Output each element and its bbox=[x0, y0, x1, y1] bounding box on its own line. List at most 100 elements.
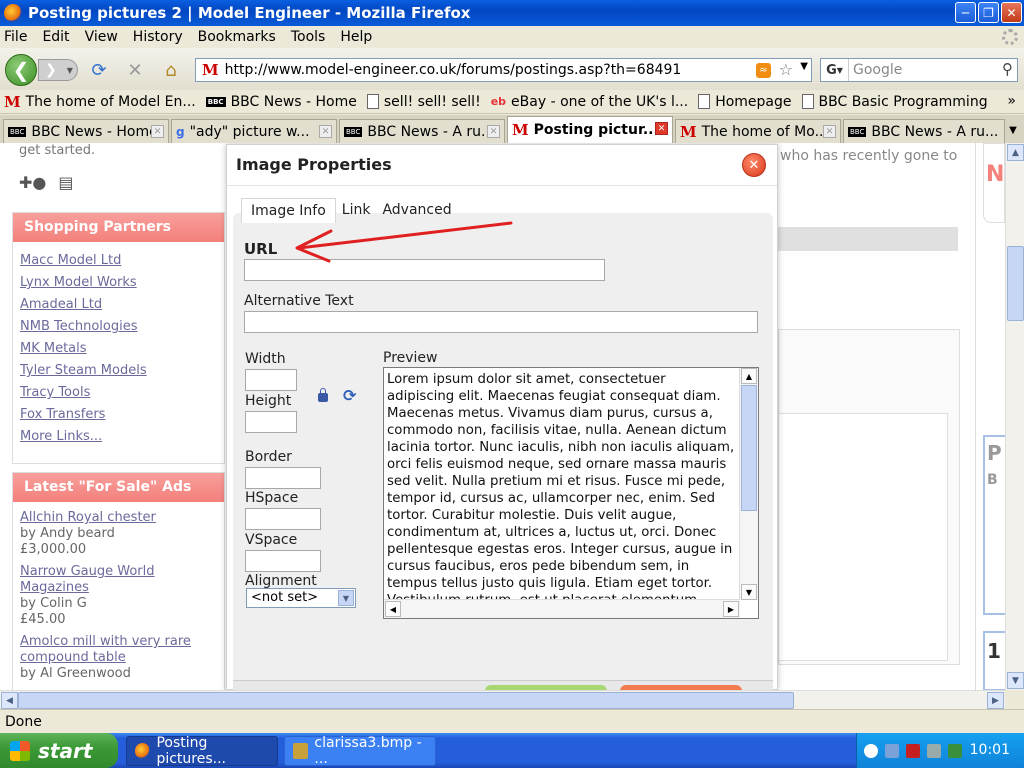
partner-link[interactable]: Fox Transfers bbox=[20, 404, 217, 426]
search-bar[interactable]: G ▼ Google ⚲ bbox=[820, 58, 1018, 82]
window-titlebar: Posting pictures 2 | Model Engineer - Mo… bbox=[0, 0, 1024, 26]
partner-link[interactable]: Amadeal Ltd bbox=[20, 294, 217, 316]
height-input[interactable] bbox=[245, 411, 297, 433]
bookmark-item[interactable]: Homepage bbox=[698, 94, 792, 110]
close-tab-icon[interactable]: ✕ bbox=[319, 125, 332, 138]
back-button[interactable]: ❮ bbox=[5, 54, 37, 86]
scroll-left-icon[interactable]: ◀ bbox=[1, 692, 18, 709]
url-text[interactable]: http://www.model-engineer.co.uk/forums/p… bbox=[225, 62, 682, 78]
network-icon[interactable] bbox=[885, 743, 899, 758]
scroll-left-icon[interactable]: ◀ bbox=[385, 601, 401, 617]
close-tab-icon[interactable]: ✕ bbox=[823, 125, 836, 138]
menu-edit[interactable]: Edit bbox=[42, 29, 69, 45]
page-hscroll-thumb[interactable] bbox=[18, 692, 794, 709]
tab-bbc-news-2[interactable]: BBC BBC News - A ru... ✕ bbox=[339, 119, 505, 143]
scroll-down-icon[interactable]: ▼ bbox=[1007, 672, 1024, 689]
home-icon[interactable]: ⌂ bbox=[160, 59, 182, 81]
bookmark-item[interactable]: M The home of Model En... bbox=[4, 93, 196, 111]
bookmark-item[interactable]: eb eBay - one of the UK's l... bbox=[491, 94, 689, 110]
google-icon: g bbox=[176, 124, 185, 139]
window-title: Posting pictures 2 | Model Engineer - Mo… bbox=[28, 4, 471, 22]
tab-bbc-news-home[interactable]: BBC BBC News - Home ✕ bbox=[3, 119, 169, 143]
bookmark-item[interactable]: BBC BBC News - Home bbox=[205, 94, 357, 110]
taskbar-item-firefox[interactable]: Posting pictures... bbox=[126, 735, 278, 767]
minimize-button[interactable]: ─ bbox=[955, 2, 976, 23]
menu-file[interactable]: File bbox=[4, 29, 27, 45]
more-links[interactable]: More Links... bbox=[20, 426, 217, 448]
restore-button[interactable]: ❐ bbox=[978, 2, 999, 23]
preview-label: Preview bbox=[383, 350, 438, 366]
reset-size-icon[interactable]: ⟳ bbox=[343, 386, 356, 405]
m-icon: M bbox=[512, 121, 529, 139]
alt-text-input[interactable] bbox=[244, 311, 758, 333]
search-icon[interactable]: ⚲ bbox=[1002, 60, 1013, 78]
bookmark-item[interactable]: BBC Basic Programming bbox=[801, 94, 988, 110]
m-icon: M bbox=[4, 92, 21, 111]
vspace-input[interactable] bbox=[245, 550, 321, 572]
profile-card-icon[interactable]: ▤ bbox=[58, 173, 73, 192]
partner-link[interactable]: MK Metals bbox=[20, 338, 217, 360]
width-input[interactable] bbox=[245, 369, 297, 391]
menu-help[interactable]: Help bbox=[340, 29, 372, 45]
taskbar-item-paint[interactable]: clarissa3.bmp - ... bbox=[284, 735, 436, 767]
add-user-icon[interactable]: ✚● bbox=[19, 173, 46, 192]
menu-tools[interactable]: Tools bbox=[291, 29, 326, 45]
rss-icon[interactable]: ≈ bbox=[756, 63, 771, 78]
tab-google-images[interactable]: g "ady" picture w... ✕ bbox=[171, 119, 337, 143]
preview-vertical-scrollbar[interactable]: ▲ ▼ bbox=[739, 368, 758, 600]
zonealarm-icon[interactable] bbox=[906, 743, 920, 758]
connection-icon[interactable] bbox=[948, 743, 962, 758]
url-dropdown-icon[interactable]: ▼ bbox=[800, 61, 808, 72]
tab-bbc-news-3[interactable]: BBC BBC News - A ru... bbox=[843, 119, 1005, 143]
search-input[interactable]: Google bbox=[853, 62, 902, 78]
start-button[interactable]: start bbox=[0, 733, 118, 768]
menu-view[interactable]: View bbox=[85, 29, 118, 45]
forward-button[interactable]: ❯ ▼ bbox=[38, 59, 78, 81]
page-scroll-thumb[interactable] bbox=[1007, 246, 1024, 321]
hspace-input[interactable] bbox=[245, 508, 321, 530]
url-bar[interactable]: M http://www.model-engineer.co.uk/forums… bbox=[195, 58, 812, 82]
menu-history[interactable]: History bbox=[133, 29, 183, 45]
dialog-close-button[interactable]: ✕ bbox=[742, 153, 766, 177]
border-input[interactable] bbox=[245, 467, 321, 489]
preview-horizontal-scrollbar[interactable]: ◀ ▶ bbox=[384, 599, 740, 618]
bookmark-item[interactable]: sell! sell! sell! bbox=[366, 94, 481, 110]
speaker-icon[interactable] bbox=[927, 743, 941, 758]
partner-link[interactable]: Lynx Model Works bbox=[20, 272, 217, 294]
clock: 10:01 bbox=[969, 742, 1010, 758]
partner-link[interactable]: NMB Technologies bbox=[20, 316, 217, 338]
scroll-right-icon[interactable]: ▶ bbox=[987, 692, 1004, 709]
search-engine-icon[interactable]: G ▼ bbox=[821, 59, 849, 81]
scroll-up-icon[interactable]: ▲ bbox=[741, 368, 757, 384]
reload-icon[interactable]: ⟳ bbox=[88, 59, 110, 81]
tab-list-dropdown-icon[interactable]: ▼ bbox=[1004, 121, 1022, 139]
lock-ratio-icon[interactable] bbox=[318, 388, 328, 402]
close-tab-icon[interactable]: ✕ bbox=[655, 122, 668, 135]
partner-link[interactable]: Tracy Tools bbox=[20, 382, 217, 404]
close-tab-icon[interactable]: ✕ bbox=[487, 125, 500, 138]
stop-icon[interactable]: ✕ bbox=[124, 59, 146, 81]
scroll-down-icon[interactable]: ▼ bbox=[741, 584, 757, 600]
alignment-select[interactable]: <not set> ▼ bbox=[246, 588, 356, 608]
scroll-right-icon[interactable]: ▶ bbox=[723, 601, 739, 617]
menu-bookmarks[interactable]: Bookmarks bbox=[198, 29, 276, 45]
tray-expand-icon[interactable] bbox=[864, 743, 878, 758]
ad-link[interactable]: Allchin Royal chester bbox=[20, 510, 217, 526]
ad-link[interactable]: Narrow Gauge World Magazines bbox=[20, 564, 217, 596]
close-tab-icon[interactable]: ✕ bbox=[151, 125, 164, 138]
bookmark-star-icon[interactable]: ☆ bbox=[779, 60, 793, 79]
partner-link[interactable]: Tyler Steam Models bbox=[20, 360, 217, 382]
preview-scroll-thumb[interactable] bbox=[741, 385, 757, 511]
chevron-down-icon[interactable]: ▼ bbox=[338, 590, 354, 606]
partner-link[interactable]: Macc Model Ltd bbox=[20, 250, 217, 272]
page-horizontal-scrollbar[interactable]: ◀ ▶ bbox=[0, 690, 1005, 709]
page-vertical-scrollbar[interactable]: ▲ ▼ bbox=[1005, 143, 1024, 690]
preview-box[interactable]: Lorem ipsum dolor sit amet, consectetuer… bbox=[383, 367, 759, 619]
tab-posting-pictures[interactable]: M Posting pictur... ✕ bbox=[507, 116, 673, 143]
tab-model-engineer-home[interactable]: M The home of Mo... ✕ bbox=[675, 119, 841, 143]
scroll-up-icon[interactable]: ▲ bbox=[1007, 144, 1024, 161]
url-label: URL bbox=[244, 240, 278, 258]
close-window-button[interactable]: ✕ bbox=[1001, 2, 1022, 23]
ad-link[interactable]: Amolco mill with very rare compound tabl… bbox=[20, 634, 217, 666]
chevron-right-icon[interactable]: » bbox=[1007, 93, 1016, 109]
